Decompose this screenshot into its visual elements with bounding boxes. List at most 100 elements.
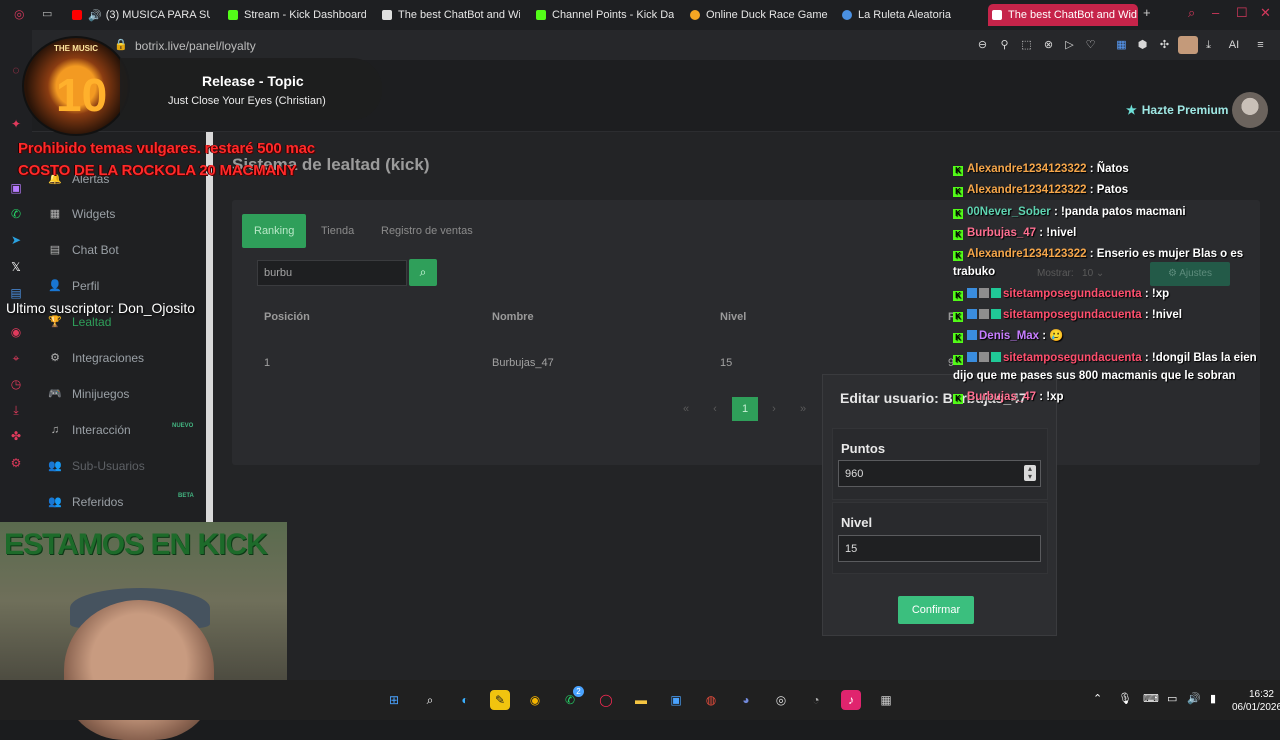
maximize-icon[interactable]: ☐	[1236, 5, 1248, 21]
tiktok-icon[interactable]: ♪	[841, 690, 861, 710]
keyboard-icon[interactable]: ⌨	[1143, 692, 1159, 705]
tab-music[interactable]: 🔊(3) MUSICA PARA SUS	[68, 4, 210, 26]
page-first-button[interactable]: «	[673, 397, 699, 421]
sidebar-scrollbar[interactable]	[206, 132, 213, 522]
profile-avatar[interactable]	[1178, 36, 1198, 54]
extensions-icon[interactable]: ✤	[8, 428, 24, 444]
sidebar-item-minijuegos[interactable]: 🎮 Minijuegos	[48, 387, 129, 401]
download-icon[interactable]: ⤓	[8, 402, 24, 418]
heart-icon[interactable]: ♡	[1084, 39, 1097, 52]
volume-icon[interactable]: 🔊	[1187, 692, 1201, 705]
windows-start-icon[interactable]: ⊞	[384, 690, 404, 710]
twitch-icon[interactable]: ▣	[8, 180, 24, 196]
chrome-icon[interactable]: ◉	[525, 690, 545, 710]
taskbar-clock[interactable]: 16:32 06/01/2026	[1232, 688, 1280, 714]
chat-badge-icon	[979, 309, 989, 319]
page-next-button[interactable]: ›	[761, 397, 787, 421]
recorder-icon[interactable]: ◍	[701, 690, 721, 710]
new-tab-icon[interactable]: +	[1143, 5, 1151, 20]
new-badge: NUEVO	[172, 423, 194, 429]
opera-taskbar-icon[interactable]: ◯	[596, 690, 616, 710]
zoom-icon[interactable]: ⊖	[976, 39, 989, 52]
page-prev-button[interactable]: ‹	[702, 397, 728, 421]
chat-badge-icon	[979, 352, 989, 362]
sidebar-item-widgets[interactable]: ▦ Widgets	[48, 207, 116, 221]
shield-icon[interactable]: ⬢	[1136, 39, 1149, 52]
edge-icon[interactable]: ◐	[455, 690, 475, 710]
sidebar-item-perfil[interactable]: 👤 Perfil	[48, 279, 99, 293]
tab-registro-ventas[interactable]: Registro de ventas	[369, 214, 485, 248]
sidebar-item-integraciones[interactable]: ⚙ Integraciones	[48, 351, 144, 365]
game-icon[interactable]: ◔	[806, 690, 826, 710]
sidebar-toggle-icon[interactable]: ◎	[14, 7, 24, 21]
telegram-icon[interactable]: ➤	[8, 232, 24, 248]
adblock-icon[interactable]: ⊗	[1042, 39, 1055, 52]
tab-duck-race[interactable]: Online Duck Race Game	[686, 4, 828, 26]
sidebar-item-interaccion[interactable]: ♫ Interacción	[48, 423, 131, 437]
sidebar-item-sub-usuarios[interactable]: 👥 Sub-Usuarios	[48, 459, 145, 473]
premium-button[interactable]: ★ Hazte Premium	[1126, 103, 1228, 117]
obs-icon[interactable]: ◎	[771, 690, 791, 710]
download-tool-icon[interactable]: ⤓	[1202, 39, 1215, 52]
points-input[interactable]	[838, 460, 1041, 487]
pin-icon[interactable]: ⌖	[8, 350, 24, 366]
tab-channel-points[interactable]: Channel Points - Kick Das	[532, 4, 674, 26]
aria-icon[interactable]: ✦	[8, 116, 24, 132]
sidebar-item-chatbot[interactable]: ▤ Chat Bot	[48, 243, 119, 257]
tab-overview-icon[interactable]: ▭	[42, 7, 52, 20]
sidebar-item-label: Sub-Usuarios	[72, 459, 145, 473]
webcam-sign: ESTAMOS EN KICK	[4, 528, 268, 561]
user-avatar[interactable]	[1232, 92, 1268, 128]
folder-icon[interactable]: ▬	[631, 690, 651, 710]
number-stepper[interactable]: ▴ ▾	[1024, 465, 1036, 481]
tab-ranking[interactable]: Ranking	[242, 214, 307, 248]
x-icon[interactable]: 𝕏	[8, 259, 24, 275]
calculator-icon[interactable]: ▦	[876, 690, 896, 710]
tab-kick-dashboard[interactable]: Stream - Kick Dashboard	[224, 4, 366, 26]
page-last-button[interactable]: »	[790, 397, 816, 421]
play-icon[interactable]: ▷	[1063, 39, 1076, 52]
network-icon[interactable]: ▭	[1167, 692, 1177, 705]
search-button[interactable]: ⌕	[409, 259, 437, 286]
search-input[interactable]	[257, 260, 407, 286]
tab-label: Registro de ventas	[381, 225, 473, 237]
history-icon[interactable]: ◷	[8, 376, 24, 392]
menu-icon[interactable]: ≡	[1254, 39, 1267, 52]
tab-botrix-1[interactable]: The best ChatBot and Wid	[378, 4, 520, 26]
url-field[interactable]: botrix.live/panel/loyalty	[135, 39, 256, 53]
page-current-button[interactable]: 1	[732, 397, 758, 421]
column-header-position: Posición	[264, 311, 310, 323]
vk-icon[interactable]: ▤	[8, 285, 24, 301]
microphone-icon[interactable]: 🎙	[1118, 692, 1132, 705]
snapshot-icon[interactable]: ⬚	[1020, 39, 1033, 52]
search-icon[interactable]: ⌕	[1188, 5, 1195, 21]
player-icon[interactable]: ◉	[8, 324, 24, 340]
discord-icon[interactable]: ◕	[736, 690, 756, 710]
pin-tool-icon[interactable]: ⚲	[998, 39, 1011, 52]
minimize-icon[interactable]: –	[1212, 5, 1219, 20]
search-taskbar-icon[interactable]: ⌕	[420, 690, 440, 710]
level-label: Nivel	[841, 515, 873, 530]
store-icon[interactable]: ▣	[666, 690, 686, 710]
ai-button[interactable]: AI	[1222, 39, 1246, 52]
chevron-up-icon[interactable]: ⌃	[1093, 692, 1102, 705]
chat-badge-icon	[991, 352, 1001, 362]
settings-icon[interactable]: ⚙	[8, 455, 24, 471]
close-icon[interactable]: ✕	[1260, 5, 1271, 21]
confirm-button[interactable]: Confirmar	[898, 596, 974, 624]
sidebar-item-referidos[interactable]: 👥 Referidos	[48, 495, 123, 509]
group-icon: 👥	[48, 496, 62, 508]
battery-icon[interactable]: ▮	[1210, 692, 1216, 705]
whatsapp-icon[interactable]: ✆	[8, 206, 24, 222]
opera-icon[interactable]: ◌	[8, 62, 24, 78]
sidebar-item-lealtad[interactable]: 🏆 Lealtad	[48, 315, 111, 329]
level-input[interactable]	[838, 535, 1041, 562]
search-icon: ⌕	[419, 265, 427, 279]
extension-icon[interactable]: ▦	[1115, 39, 1128, 52]
tab-botrix-active[interactable]: The best ChatBot and Wid	[988, 4, 1138, 26]
tab-ruleta[interactable]: La Ruleta Aleatoria	[838, 4, 980, 26]
notes-icon[interactable]: ✎	[490, 690, 510, 710]
tab-tienda[interactable]: Tienda	[309, 214, 366, 248]
address-bar: 🔒 botrix.live/panel/loyalty ⊖ ⚲ ⬚ ⊗ ▷ ♡ …	[32, 30, 1280, 60]
puzzle-icon[interactable]: ✣	[1158, 39, 1171, 52]
